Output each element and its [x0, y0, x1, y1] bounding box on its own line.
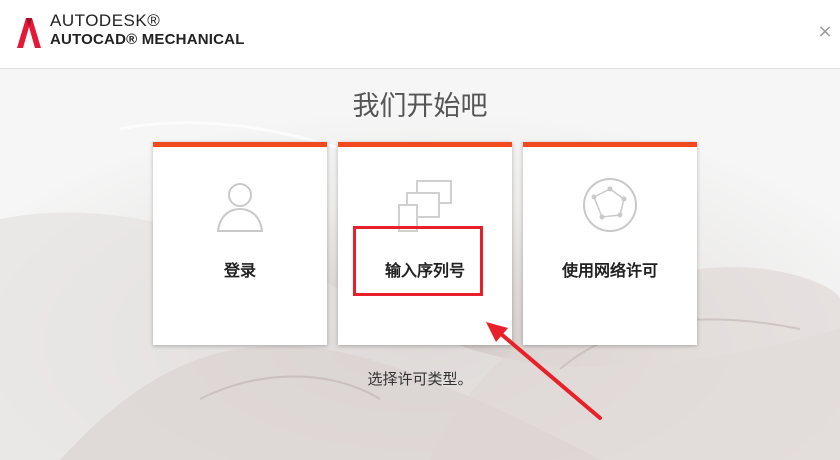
highlight-box — [353, 226, 483, 296]
license-type-hint: 选择许可类型。 — [367, 370, 473, 388]
brand-product: AUTOCAD® MECHANICAL — [50, 31, 245, 48]
autodesk-logo-icon — [17, 18, 41, 48]
page-title: 我们开始吧 — [352, 91, 488, 122]
network-globe-icon — [583, 178, 637, 232]
network-license-card[interactable]: 使用网络许可 — [523, 142, 697, 345]
header-bar: AUTODESK® AUTOCAD® MECHANICAL × — [0, 0, 840, 69]
close-icon[interactable]: × — [816, 22, 834, 42]
sign-in-card[interactable]: 登录 — [153, 142, 327, 345]
brand-autodesk: AUTODESK® — [50, 11, 161, 30]
card-label: 使用网络许可 — [561, 261, 658, 280]
card-label: 登录 — [223, 261, 256, 280]
user-icon — [216, 183, 264, 232]
